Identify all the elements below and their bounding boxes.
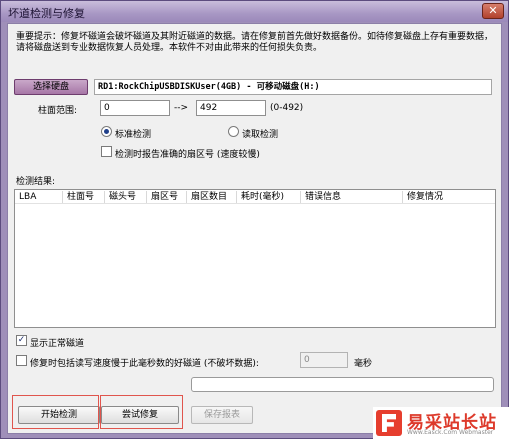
dialog-window: 坏道检测与修复 ✕ 重要提示：修复坏磁道会破坏磁道及其附近磁道的数据。请在修复前…: [0, 0, 509, 440]
repair-slow-checkbox[interactable]: [16, 355, 27, 366]
select-disk-button[interactable]: 选择硬盘: [14, 79, 88, 95]
column-header[interactable]: 磁头号: [105, 191, 147, 203]
column-header[interactable]: 扇区号: [147, 191, 187, 203]
close-button[interactable]: ✕: [482, 3, 504, 19]
dialog-body: 重要提示：修复坏磁道会破坏磁道及其附近磁道的数据。请在修复前首先做好数据备份。如…: [7, 23, 502, 434]
repair-slow-label: 修复时包括读写速度慢于此毫秒数的好磁道 (不破坏数据):: [30, 359, 259, 369]
report-sector-label: 检测时报告准确的扇区号 (速度较慢): [115, 150, 260, 160]
brand-logo-icon: [376, 410, 402, 436]
read-detect-radio[interactable]: [228, 126, 239, 137]
warning-notice: 重要提示：修复坏磁道会破坏磁道及其附近磁道的数据。请在修复前首先做好数据备份。如…: [16, 32, 494, 53]
progress-bar: [191, 377, 494, 392]
watermark: 易采站长站 Www.Easck.Com Webmaster: [373, 407, 509, 440]
column-header[interactable]: 错误信息: [301, 191, 403, 203]
window-title: 坏道检测与修复: [8, 7, 85, 20]
column-header[interactable]: 耗时(毫秒): [237, 191, 301, 203]
show-normal-checkbox[interactable]: ✓: [16, 335, 27, 346]
standard-detect-radio[interactable]: [101, 126, 112, 137]
range-arrow: -->: [174, 103, 189, 113]
cylinder-from-input[interactable]: 0: [100, 100, 170, 116]
selected-disk-display: RD1:RockChipUSBDISKUser(4GB) - 可移动磁盘(H:): [94, 79, 492, 95]
results-label: 检测结果:: [16, 177, 56, 187]
title-bar[interactable]: 坏道检测与修复 ✕: [1, 1, 508, 22]
show-normal-label: 显示正常磁道: [30, 339, 85, 349]
close-icon: ✕: [488, 4, 498, 17]
range-hint: (0-492): [270, 103, 304, 113]
save-report-button[interactable]: 保存报表: [191, 406, 253, 424]
watermark-sub: Www.Easck.Com Webmaster: [407, 429, 494, 436]
ms-threshold-input[interactable]: 0: [300, 352, 348, 368]
column-header[interactable]: 柱面号: [63, 191, 105, 203]
results-header: LBA 柱面号 磁头号 扇区号 扇区数目 耗时(毫秒) 错误信息 修复情况: [15, 190, 495, 204]
highlight-box-repair: [100, 395, 183, 429]
read-detect-label: 读取检测: [242, 130, 279, 140]
column-header[interactable]: 扇区数目: [187, 191, 237, 203]
cylinder-to-input[interactable]: 492: [196, 100, 266, 116]
results-table[interactable]: LBA 柱面号 磁头号 扇区号 扇区数目 耗时(毫秒) 错误信息 修复情况: [14, 189, 496, 328]
report-sector-checkbox[interactable]: [101, 146, 112, 157]
highlight-box-start: [12, 395, 99, 429]
column-header[interactable]: LBA: [15, 191, 63, 203]
standard-detect-label: 标准检测: [115, 130, 152, 140]
ms-unit-label: 毫秒: [354, 359, 373, 369]
cylinder-range-label: 柱面范围:: [38, 106, 78, 116]
column-header[interactable]: 修复情况: [403, 191, 463, 203]
